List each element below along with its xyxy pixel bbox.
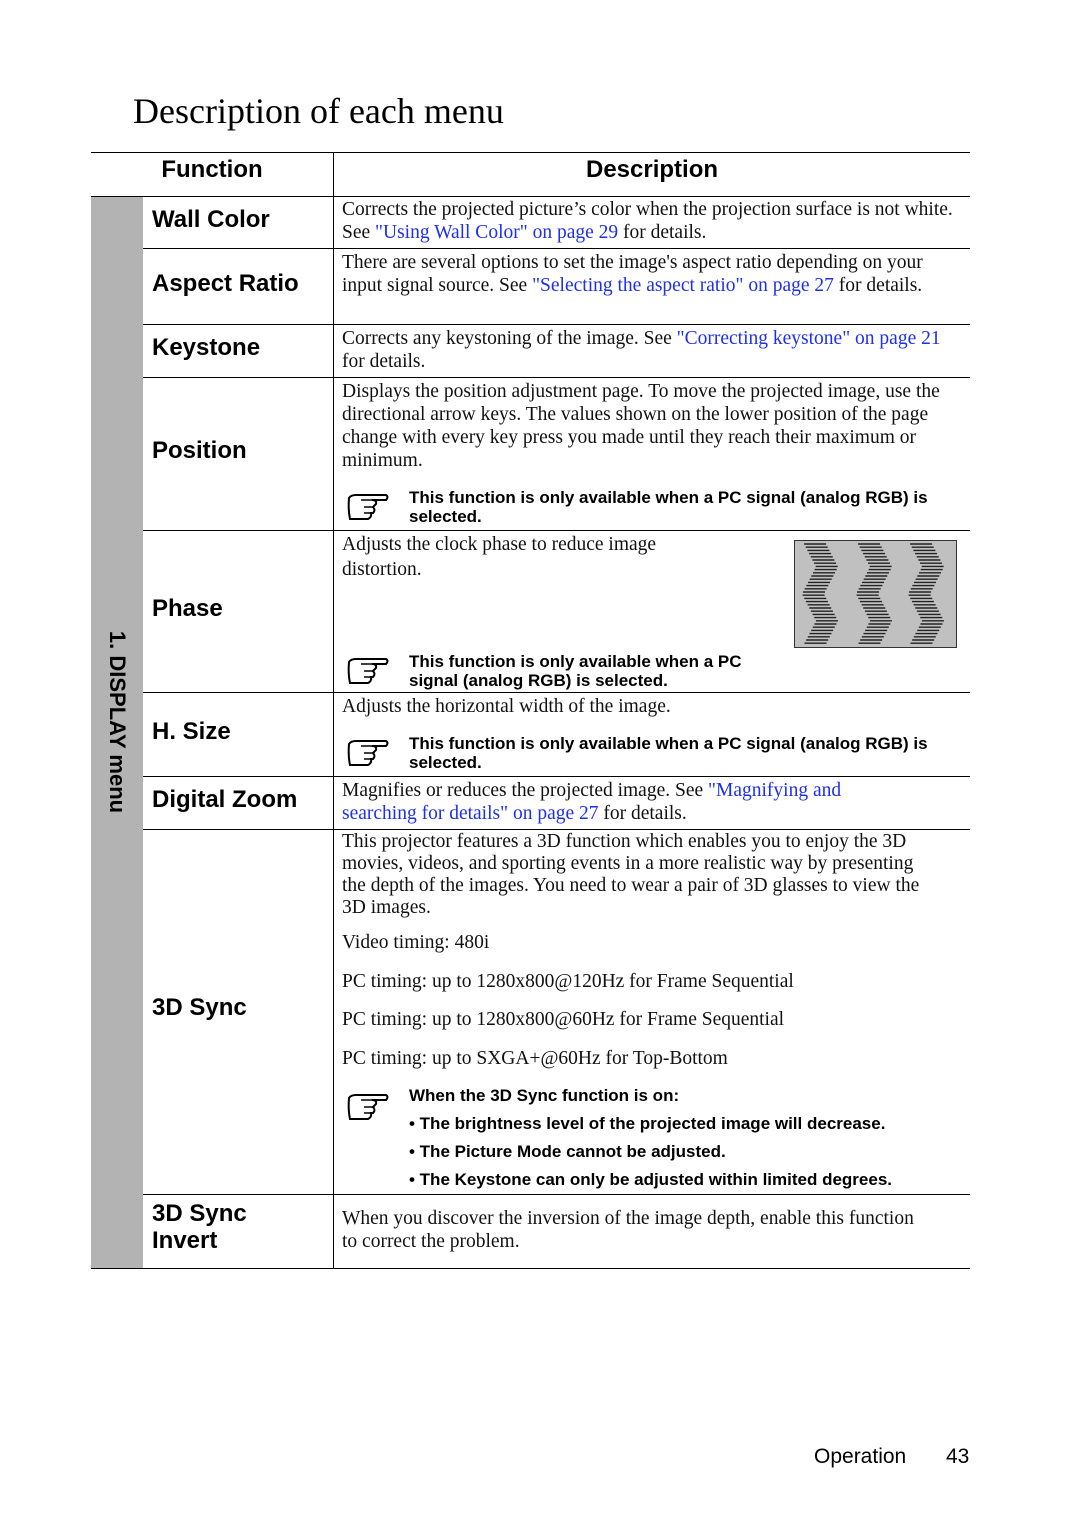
- text: Corrects any keystoning of the image. Se…: [342, 328, 677, 349]
- note-3d-sync-title: When the 3D Sync function is on:: [409, 1086, 680, 1105]
- header-description: Description: [585, 156, 719, 183]
- link-keystone[interactable]: "Correcting keystone" on page 21: [677, 328, 941, 349]
- divider: [143, 530, 970, 531]
- text: 3D Sync: [152, 1200, 247, 1227]
- function-digital-zoom: Digital Zoom: [152, 786, 298, 813]
- note-bullet: • The Picture Mode cannot be adjusted.: [409, 1142, 726, 1161]
- function-3d-sync-invert: 3D Sync Invert: [152, 1200, 247, 1254]
- note-hand-icon: [347, 740, 389, 766]
- sync-timing-4: PC timing: up to SXGA+@60Hz for Top-Bott…: [342, 1048, 728, 1069]
- desc-wall-color: Corrects the projected picture’s color w…: [342, 198, 964, 244]
- column-divider: [333, 152, 334, 1269]
- link-aspect-ratio[interactable]: "Selecting the aspect ratio" on page 27: [532, 275, 834, 296]
- text: Invert: [152, 1227, 218, 1254]
- text: for details.: [598, 803, 687, 824]
- desc-position: Displays the position adjustment page. T…: [342, 381, 940, 471]
- desc-3d-sync: This projector features a 3D function wh…: [342, 831, 920, 918]
- desc-digital-zoom: Magnifies or reduces the projected image…: [342, 779, 902, 825]
- note-hand-icon: [347, 494, 389, 520]
- manual-page: Description of each menu 1. DISPLAY menu…: [0, 0, 1080, 1529]
- text: for details.: [342, 351, 426, 372]
- function-keystone: Keystone: [152, 334, 261, 361]
- page-title: Description of each menu: [133, 91, 504, 131]
- sync-timing-2: PC timing: up to 1280x800@120Hz for Fram…: [342, 971, 794, 992]
- function-wall-color: Wall Color: [152, 206, 270, 233]
- function-phase: Phase: [152, 595, 223, 622]
- note-position: This function is only available when a P…: [409, 488, 928, 526]
- divider: [91, 152, 970, 153]
- note-h-size: This function is only available when a P…: [409, 734, 928, 772]
- divider: [143, 377, 970, 378]
- divider: [143, 776, 970, 777]
- text: for details.: [618, 222, 707, 243]
- note-bullet: • The Keystone can only be adjusted with…: [409, 1170, 892, 1189]
- note-bullet: • The brightness level of the projected …: [409, 1114, 886, 1133]
- text: for details.: [833, 275, 923, 296]
- function-3d-sync: 3D Sync: [152, 994, 247, 1021]
- link-wall-color[interactable]: "Using Wall Color" on page 29: [375, 222, 618, 243]
- sync-timing-3: PC timing: up to 1280x800@60Hz for Frame…: [342, 1009, 785, 1030]
- page-number: 43: [946, 1445, 970, 1468]
- function-h-size: H. Size: [152, 718, 231, 745]
- desc-h-size: Adjusts the horizontal width of the imag…: [342, 696, 671, 717]
- note-hand-icon: [347, 658, 389, 684]
- sync-timing-1: Video timing: 480i: [342, 932, 490, 953]
- desc-keystone: Corrects any keystoning of the image. Se…: [342, 327, 964, 373]
- divider: [143, 692, 970, 693]
- desc-aspect-ratio: There are several options to set the ima…: [342, 251, 964, 297]
- header-function: Function: [161, 156, 263, 183]
- function-aspect-ratio: Aspect Ratio: [152, 270, 299, 297]
- divider: [143, 324, 970, 325]
- note-phase: This function is only available when a P…: [409, 652, 742, 690]
- sidebar-label: 1. DISPLAY menu: [105, 630, 130, 814]
- phase-distortion-image: [794, 540, 957, 648]
- divider: [91, 196, 970, 197]
- footer-section: Operation: [814, 1445, 907, 1468]
- divider: [143, 248, 970, 249]
- function-position: Position: [152, 437, 247, 464]
- divider: [91, 1268, 970, 1269]
- divider: [143, 829, 970, 830]
- divider: [143, 1194, 970, 1195]
- desc-phase: Adjusts the clock phase to reduce image …: [342, 534, 657, 580]
- note-hand-icon: [347, 1094, 389, 1120]
- desc-3d-sync-invert: When you discover the inversion of the i…: [342, 1208, 914, 1252]
- text: Magnifies or reduces the projected image…: [342, 780, 709, 801]
